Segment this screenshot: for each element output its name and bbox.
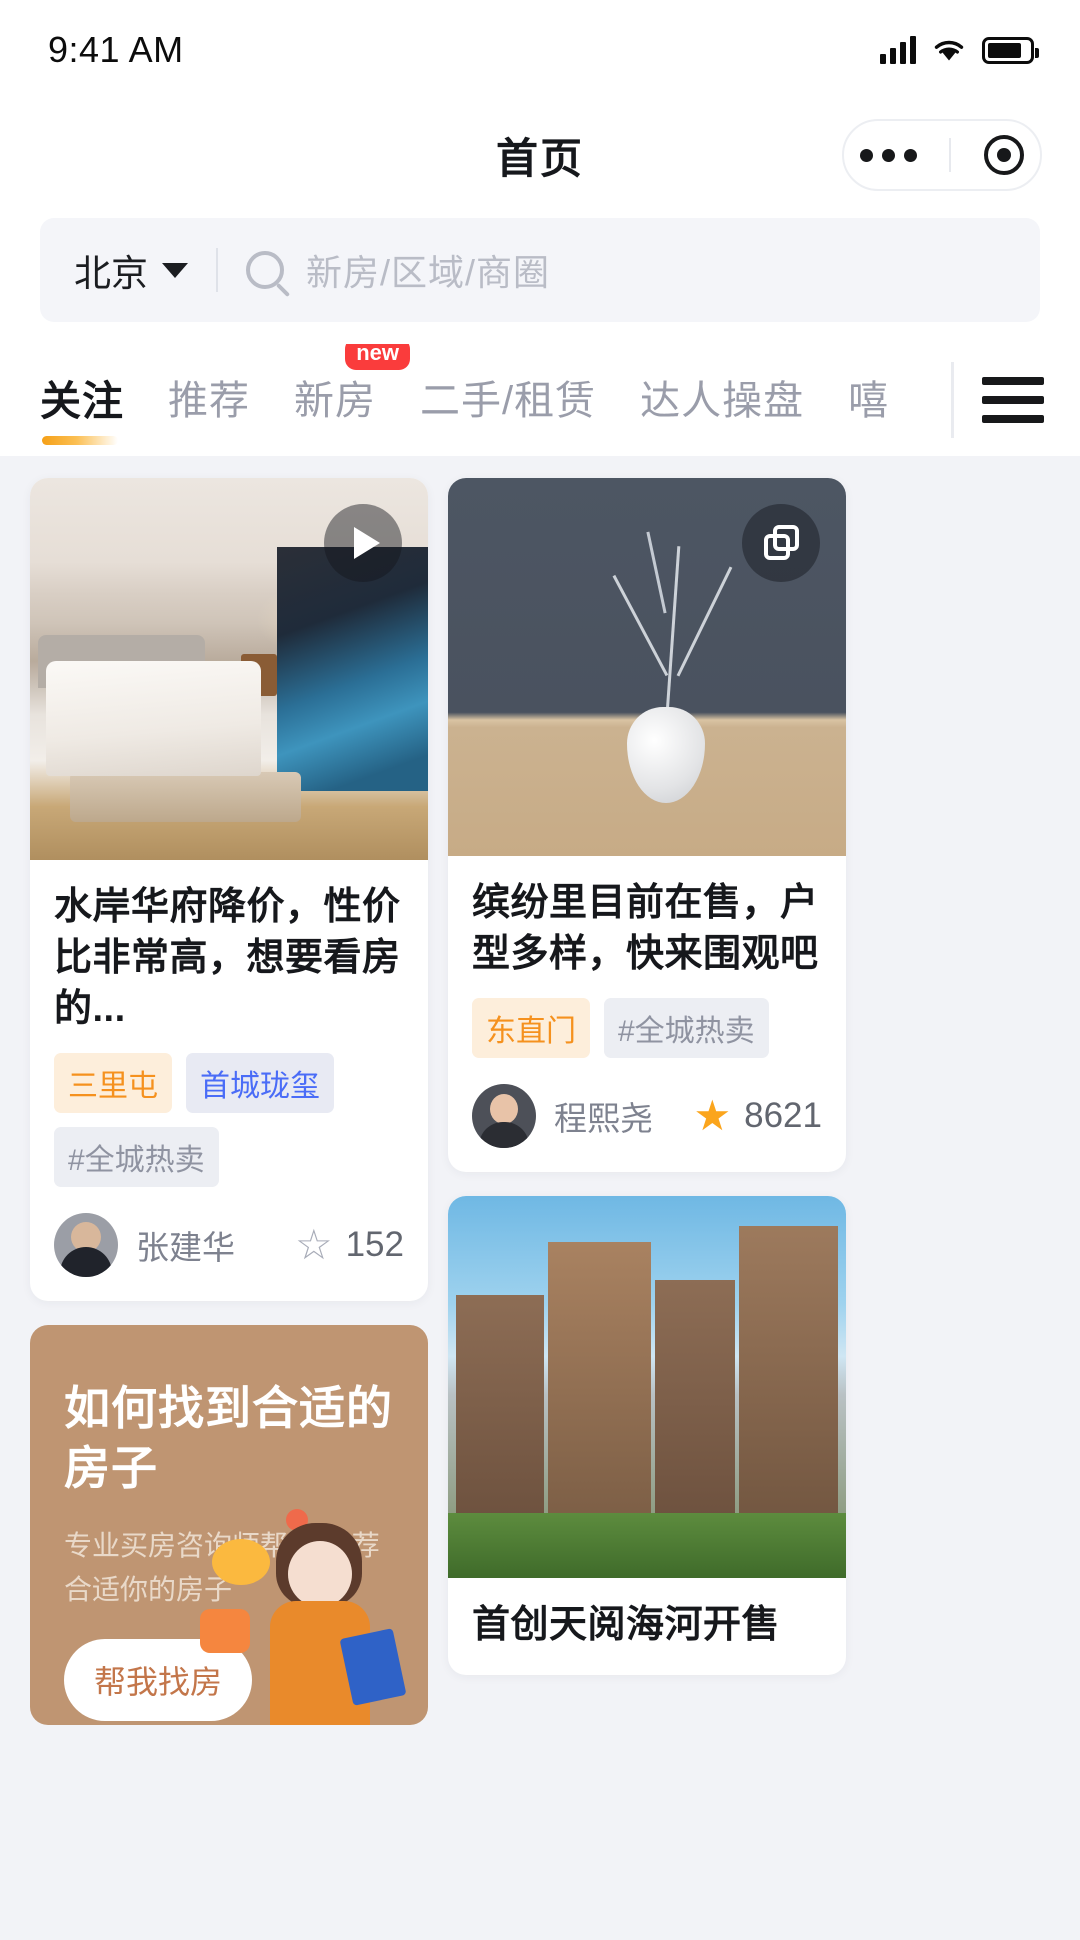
tab-daren-caopan[interactable]: 达人操盘 xyxy=(640,368,804,432)
app-navbar: 首页 xyxy=(0,100,1080,210)
active-tab-underline xyxy=(42,436,118,445)
battery-icon xyxy=(982,36,1039,64)
city-label: 北京 xyxy=(74,253,148,294)
star-filled-icon[interactable]: ★ xyxy=(693,1094,731,1137)
card-title: 首创天阅海河开售 xyxy=(472,1603,781,1646)
tab-partial[interactable]: 嘻 xyxy=(848,368,894,432)
status-bar: 9:41 AM xyxy=(0,0,1080,100)
card-title: 缤纷里目前在售，户型多样，快来围观吧 xyxy=(472,882,819,975)
capsule-divider xyxy=(949,138,952,172)
like-count: 152 xyxy=(345,1224,404,1264)
card-author-row: 程熙尧 ★ 8621 xyxy=(472,1083,822,1148)
card-body: 缤纷里目前在售，户型多样，快来围观吧 东直门 #全城热卖 程熙尧 ★ 8621 xyxy=(448,856,846,1172)
apartment-buildings-photo xyxy=(448,1195,846,1578)
tab-guanzhu[interactable]: 关注 xyxy=(40,367,124,445)
author-name: 程熙尧 xyxy=(554,1099,653,1137)
new-badge: new xyxy=(345,344,410,370)
hamburger-menu-icon[interactable] xyxy=(982,377,1044,423)
cellular-signal-icon xyxy=(880,36,916,64)
card-tag-row: 东直门 #全城热卖 xyxy=(472,997,822,1058)
tab-tuijian[interactable]: 推荐 xyxy=(168,368,250,432)
search-icon xyxy=(246,251,284,289)
card-body: 水岸华府降价，性价比非常高，想要看房的... 三里屯 首城珑玺 #全城热卖 张建… xyxy=(30,860,428,1301)
feed-card-shouchuang[interactable]: 首创天阅海河开售 xyxy=(448,1195,846,1675)
city-selector[interactable]: 北京 xyxy=(74,243,188,297)
search-bar[interactable]: 北京 新房/区域/商圈 xyxy=(40,218,1040,322)
author-info[interactable]: 张建华 xyxy=(54,1212,235,1277)
card-title: 水岸华府降价，性价比非常高，想要看房的... xyxy=(54,886,401,1030)
page-title: 首页 xyxy=(495,134,584,182)
avatar[interactable] xyxy=(472,1083,536,1148)
miniprogram-capsule[interactable] xyxy=(842,119,1042,191)
tab-label: 关注 xyxy=(40,378,124,424)
star-outline-icon[interactable]: ☆ xyxy=(295,1223,333,1266)
feed-column-right: 缤纷里目前在售，户型多样，快来围观吧 东直门 #全城热卖 程熙尧 ★ 8621 xyxy=(448,478,846,1675)
feed-card-binfenli[interactable]: 缤纷里目前在售，户型多样，快来围观吧 东直门 #全城热卖 程熙尧 ★ 8621 xyxy=(448,478,846,1172)
card-thumbnail[interactable] xyxy=(448,1195,846,1578)
multi-image-icon[interactable] xyxy=(742,504,820,582)
tab-label: 二手/租赁 xyxy=(420,379,597,423)
promo-title: 如何找到合适的房子 xyxy=(64,1381,393,1494)
author-info[interactable]: 程熙尧 xyxy=(472,1083,653,1148)
like-control[interactable]: ★ 8621 xyxy=(693,1094,822,1137)
card-tag-row: 三里屯 首城珑玺 #全城热卖 xyxy=(54,1052,404,1187)
card-author-row: 张建华 ☆ 152 xyxy=(54,1212,404,1277)
wifi-icon xyxy=(934,40,964,61)
tab-xinfang[interactable]: 新房 new xyxy=(294,344,410,432)
card-thumbnail[interactable] xyxy=(30,478,428,860)
target-circle-icon[interactable] xyxy=(983,135,1024,175)
feed-column-left: 水岸华府降价，性价比非常高，想要看房的... 三里屯 首城珑玺 #全城热卖 张建… xyxy=(30,478,428,1725)
tag-project[interactable]: 首城珑玺 xyxy=(186,1052,334,1113)
tab-label: 推荐 xyxy=(168,379,250,423)
avatar[interactable] xyxy=(54,1212,118,1277)
like-count: 8621 xyxy=(744,1095,822,1135)
tab-list: 关注 推荐 新房 new 二手/租赁 达人操盘 嘻 xyxy=(40,344,1080,445)
card-body: 首创天阅海河开售 xyxy=(448,1578,846,1675)
content-feed: 水岸华府降价，性价比非常高，想要看房的... 三里屯 首城珑玺 #全城热卖 张建… xyxy=(0,456,1080,1940)
tag-hashtag[interactable]: #全城热卖 xyxy=(54,1126,219,1187)
more-dots-icon[interactable] xyxy=(860,148,918,162)
tab-overflow-fade xyxy=(950,344,1080,456)
like-control[interactable]: ☆ 152 xyxy=(295,1223,404,1266)
status-time: 9:41 AM xyxy=(48,29,184,70)
search-divider xyxy=(216,248,218,292)
tag-location[interactable]: 三里屯 xyxy=(54,1052,172,1113)
card-thumbnail[interactable] xyxy=(448,478,846,856)
tag-hashtag[interactable]: #全城热卖 xyxy=(604,997,769,1058)
consultant-illustration xyxy=(200,1505,422,1725)
tag-location[interactable]: 东直门 xyxy=(472,997,590,1058)
search-input[interactable]: 新房/区域/商圈 xyxy=(306,244,550,296)
status-icons xyxy=(880,36,1039,64)
play-icon[interactable] xyxy=(324,504,402,582)
category-tab-bar: 关注 推荐 新房 new 二手/租赁 达人操盘 嘻 xyxy=(0,344,1080,456)
feed-card-promo-find-house[interactable]: 如何找到合适的房子 专业买房咨询师帮你 推荐合适你的房子 帮我找房 xyxy=(30,1324,428,1725)
tab-ershou-zulin[interactable]: 二手/租赁 xyxy=(420,368,596,432)
feed-card-shuianhuafu[interactable]: 水岸华府降价，性价比非常高，想要看房的... 三里屯 首城珑玺 #全城热卖 张建… xyxy=(30,478,428,1301)
tab-label: 嘻 xyxy=(848,379,890,423)
tab-label: 达人操盘 xyxy=(640,379,805,423)
tab-label: 新房 xyxy=(294,379,376,423)
chevron-down-icon xyxy=(162,262,188,278)
search-section: 北京 新房/区域/商圈 xyxy=(0,210,1080,344)
author-name: 张建华 xyxy=(136,1228,235,1266)
